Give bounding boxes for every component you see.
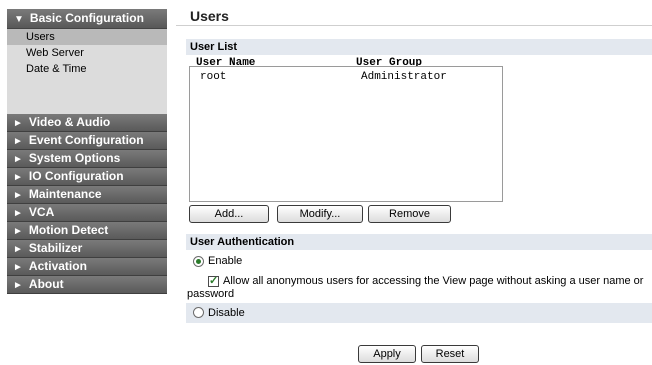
collapsed-arrow-icon: ►	[13, 226, 23, 237]
remove-user-button[interactable]: Remove	[368, 205, 451, 223]
sidebar-section-about[interactable]: ► About	[7, 276, 167, 294]
add-user-button[interactable]: Add...	[189, 205, 269, 223]
user-list-heading: User List	[186, 39, 652, 55]
collapsed-arrow-icon: ►	[13, 208, 23, 219]
sidebar-section-label: Video & Audio	[28, 115, 111, 129]
disable-row: Disable	[186, 303, 652, 323]
sidebar-section-label: About	[28, 277, 64, 291]
user-group-cell: Administrator	[361, 71, 447, 83]
anonymous-access-label-line2: password	[187, 288, 235, 300]
anonymous-access-checkbox[interactable]: ✓	[208, 275, 219, 287]
reset-button[interactable]: Reset	[421, 345, 479, 363]
anonymous-access-row: ✓ Allow all anonymous users for accessin…	[186, 273, 652, 303]
sidebar: ▼ Basic Configuration Users Web Server Da…	[7, 9, 167, 294]
radio-selected-dot-icon	[196, 259, 201, 264]
collapsed-arrow-icon: ►	[13, 172, 23, 183]
sidebar-item-users[interactable]: Users	[7, 29, 167, 45]
checkmark-icon: ✓	[209, 275, 219, 287]
user-list-box[interactable]: root Administrator	[189, 66, 503, 202]
collapsed-arrow-icon: ►	[13, 154, 23, 165]
collapsed-arrow-icon: ►	[13, 136, 23, 147]
sidebar-header-label: Basic Configuration	[29, 11, 144, 25]
collapsed-arrow-icon: ►	[13, 244, 23, 255]
user-name-cell: root	[200, 71, 227, 83]
user-authentication-heading: User Authentication	[186, 234, 652, 250]
collapsed-arrow-icon: ►	[13, 280, 23, 291]
sidebar-item-date-time[interactable]: Date & Time	[7, 61, 167, 77]
sidebar-section-video-audio[interactable]: ► Video & Audio	[7, 114, 167, 132]
disable-label: Disable	[208, 307, 245, 319]
sidebar-section-label: Stabilizer	[28, 241, 83, 255]
sidebar-section-label: Maintenance	[28, 187, 102, 201]
sidebar-section-vca[interactable]: ► VCA	[7, 204, 167, 222]
sidebar-section-label: Activation	[28, 259, 87, 273]
page-title: Users	[190, 8, 229, 24]
disable-radio[interactable]	[193, 307, 204, 318]
anonymous-access-label-line1: Allow all anonymous users for accessing …	[223, 275, 644, 287]
sidebar-submenu-spacer	[7, 77, 167, 114]
title-divider	[176, 25, 652, 26]
sidebar-section-activation[interactable]: ► Activation	[7, 258, 167, 276]
sidebar-section-label: IO Configuration	[28, 169, 124, 183]
enable-radio[interactable]	[193, 256, 204, 267]
sidebar-section-label: Motion Detect	[28, 223, 109, 237]
enable-row: Enable	[186, 252, 652, 272]
sidebar-section-motion-detect[interactable]: ► Motion Detect	[7, 222, 167, 240]
sidebar-section-io-configuration[interactable]: ► IO Configuration	[7, 168, 167, 186]
sidebar-section-system-options[interactable]: ► System Options	[7, 150, 167, 168]
sidebar-section-label: Event Configuration	[28, 133, 144, 147]
apply-button[interactable]: Apply	[358, 345, 416, 363]
collapsed-arrow-icon: ►	[13, 262, 23, 273]
sidebar-submenu: Users Web Server Date & Time	[7, 29, 167, 114]
expanded-arrow-icon: ▼	[14, 14, 24, 25]
sidebar-section-label: System Options	[28, 151, 121, 165]
sidebar-header-basic-configuration[interactable]: ▼ Basic Configuration	[7, 9, 167, 29]
collapsed-arrow-icon: ►	[13, 118, 23, 129]
enable-label: Enable	[208, 255, 243, 267]
collapsed-arrow-icon: ►	[13, 190, 23, 201]
modify-user-button[interactable]: Modify...	[277, 205, 363, 223]
sidebar-section-maintenance[interactable]: ► Maintenance	[7, 186, 167, 204]
sidebar-section-event-configuration[interactable]: ► Event Configuration	[7, 132, 167, 150]
sidebar-section-label: VCA	[28, 205, 55, 219]
sidebar-section-stabilizer[interactable]: ► Stabilizer	[7, 240, 167, 258]
list-item[interactable]: root Administrator	[190, 70, 502, 84]
sidebar-item-web-server[interactable]: Web Server	[7, 45, 167, 61]
